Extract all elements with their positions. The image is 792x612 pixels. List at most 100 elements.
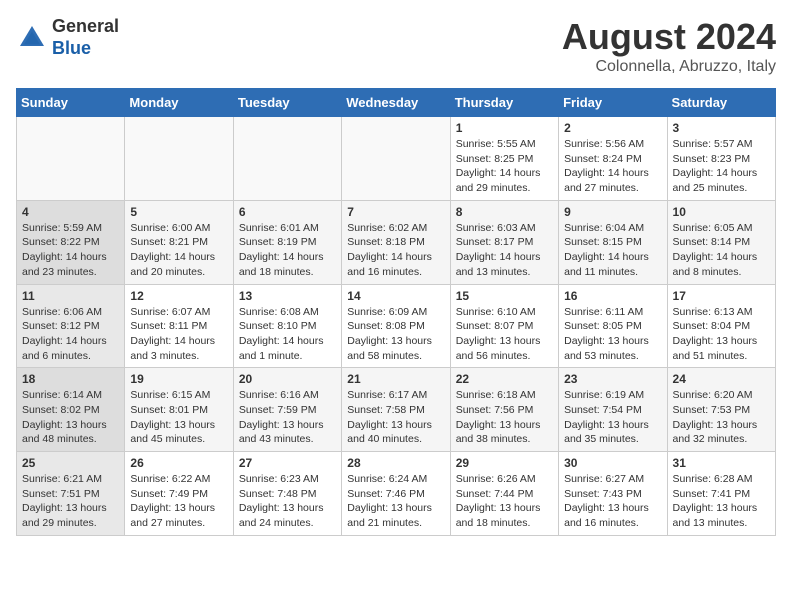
calendar-day-cell: 31Sunrise: 6:28 AM Sunset: 7:41 PM Dayli…: [667, 452, 775, 536]
day-number: 1: [456, 121, 553, 135]
location-subtitle: Colonnella, Abruzzo, Italy: [562, 58, 776, 76]
calendar-day-cell: 1Sunrise: 5:55 AM Sunset: 8:25 PM Daylig…: [450, 117, 558, 201]
day-info: Sunrise: 5:59 AM Sunset: 8:22 PM Dayligh…: [22, 221, 119, 280]
calendar-day-cell: 16 Sunrise: 6:11 AM Sunset: 8:05 PM Dayli…: [559, 284, 667, 368]
day-number: 21: [347, 372, 444, 386]
calendar-day-cell: 23 Sunrise: 6:19 AM Sunset: 7:54 PM Dayli…: [559, 368, 667, 452]
calendar-day-cell: 19Sunrise: 6:15 AM Sunset: 8:01 PM Dayli…: [125, 368, 233, 452]
day-number: 22: [456, 372, 553, 386]
weekday-header: Saturday: [667, 89, 775, 117]
calendar-day-cell: [125, 117, 233, 201]
calendar-day-cell: [342, 117, 450, 201]
calendar-week-row: 4 Sunrise: 5:59 AM Sunset: 8:22 PM Daylig…: [17, 200, 776, 284]
day-number: 28: [347, 456, 444, 470]
day-number: 12: [130, 289, 227, 303]
calendar-week-row: 18 Sunrise: 6:14 AM Sunset: 8:02 PM Dayli…: [17, 368, 776, 452]
day-info: Sunrise: 6:19 AM Sunset: 7:54 PM Dayligh…: [564, 388, 661, 447]
day-info: Sunrise: 6:14 AM Sunset: 8:02 PM Dayligh…: [22, 388, 119, 447]
calendar-day-cell: 20 Sunrise: 6:16 AM Sunset: 7:59 PM Dayli…: [233, 368, 341, 452]
calendar-week-row: 1Sunrise: 5:55 AM Sunset: 8:25 PM Daylig…: [17, 117, 776, 201]
logo-icon: [16, 22, 48, 54]
day-number: 30: [564, 456, 661, 470]
calendar-day-cell: 28 Sunrise: 6:24 AM Sunset: 7:46 PM Dayli…: [342, 452, 450, 536]
calendar-day-cell: 27Sunrise: 6:23 AM Sunset: 7:48 PM Dayli…: [233, 452, 341, 536]
day-number: 10: [673, 205, 770, 219]
weekday-header: Thursday: [450, 89, 558, 117]
day-number: 6: [239, 205, 336, 219]
calendar-day-cell: 11 Sunrise: 6:06 AM Sunset: 8:12 PM Dayli…: [17, 284, 125, 368]
calendar-day-cell: 2 Sunrise: 5:56 AM Sunset: 8:24 PM Daylig…: [559, 117, 667, 201]
weekday-header: Monday: [125, 89, 233, 117]
day-info: Sunrise: 6:03 AM Sunset: 8:17 PM Dayligh…: [456, 221, 553, 280]
day-number: 20: [239, 372, 336, 386]
calendar-day-cell: 10 Sunrise: 6:05 AM Sunset: 8:14 PM Dayli…: [667, 200, 775, 284]
calendar-day-cell: 30 Sunrise: 6:27 AM Sunset: 7:43 PM Dayli…: [559, 452, 667, 536]
day-number: 23: [564, 372, 661, 386]
day-number: 18: [22, 372, 119, 386]
day-number: 11: [22, 289, 119, 303]
calendar-day-cell: 29 Sunrise: 6:26 AM Sunset: 7:44 PM Dayli…: [450, 452, 558, 536]
day-info: Sunrise: 6:27 AM Sunset: 7:43 PM Dayligh…: [564, 472, 661, 531]
day-number: 9: [564, 205, 661, 219]
day-number: 26: [130, 456, 227, 470]
calendar-day-cell: [17, 117, 125, 201]
calendar-day-cell: 17 Sunrise: 6:13 AM Sunset: 8:04 PM Dayli…: [667, 284, 775, 368]
day-number: 13: [239, 289, 336, 303]
title-area: August 2024 Colonnella, Abruzzo, Italy: [562, 16, 776, 76]
weekday-header-row: SundayMondayTuesdayWednesdayThursdayFrid…: [17, 89, 776, 117]
calendar-day-cell: 13 Sunrise: 6:08 AM Sunset: 8:10 PM Dayli…: [233, 284, 341, 368]
logo: General Blue: [16, 16, 119, 59]
calendar-day-cell: [233, 117, 341, 201]
weekday-header: Friday: [559, 89, 667, 117]
day-info: Sunrise: 6:06 AM Sunset: 8:12 PM Dayligh…: [22, 305, 119, 364]
day-info: Sunrise: 6:11 AM Sunset: 8:05 PM Dayligh…: [564, 305, 661, 364]
day-number: 8: [456, 205, 553, 219]
day-info: Sunrise: 6:20 AM Sunset: 7:53 PM Dayligh…: [673, 388, 770, 447]
day-info: Sunrise: 6:09 AM Sunset: 8:08 PM Dayligh…: [347, 305, 444, 364]
calendar-day-cell: 7Sunrise: 6:02 AM Sunset: 8:18 PM Daylig…: [342, 200, 450, 284]
day-info: Sunrise: 6:13 AM Sunset: 8:04 PM Dayligh…: [673, 305, 770, 364]
day-number: 4: [22, 205, 119, 219]
calendar-day-cell: 25 Sunrise: 6:21 AM Sunset: 7:51 PM Dayli…: [17, 452, 125, 536]
day-number: 29: [456, 456, 553, 470]
day-info: Sunrise: 6:10 AM Sunset: 8:07 PM Dayligh…: [456, 305, 553, 364]
day-number: 16: [564, 289, 661, 303]
day-info: Sunrise: 6:21 AM Sunset: 7:51 PM Dayligh…: [22, 472, 119, 531]
day-number: 14: [347, 289, 444, 303]
day-info: Sunrise: 6:26 AM Sunset: 7:44 PM Dayligh…: [456, 472, 553, 531]
day-info: Sunrise: 6:07 AM Sunset: 8:11 PM Dayligh…: [130, 305, 227, 364]
day-info: Sunrise: 6:08 AM Sunset: 8:10 PM Dayligh…: [239, 305, 336, 364]
logo-text: General Blue: [52, 16, 119, 59]
day-info: Sunrise: 5:56 AM Sunset: 8:24 PM Dayligh…: [564, 137, 661, 196]
day-info: Sunrise: 6:28 AM Sunset: 7:41 PM Dayligh…: [673, 472, 770, 531]
day-info: Sunrise: 6:01 AM Sunset: 8:19 PM Dayligh…: [239, 221, 336, 280]
calendar-day-cell: 18 Sunrise: 6:14 AM Sunset: 8:02 PM Dayli…: [17, 368, 125, 452]
calendar-day-cell: 5 Sunrise: 6:00 AM Sunset: 8:21 PM Daylig…: [125, 200, 233, 284]
day-number: 19: [130, 372, 227, 386]
calendar-day-cell: 6 Sunrise: 6:01 AM Sunset: 8:19 PM Daylig…: [233, 200, 341, 284]
day-info: Sunrise: 6:23 AM Sunset: 7:48 PM Dayligh…: [239, 472, 336, 531]
day-info: Sunrise: 6:16 AM Sunset: 7:59 PM Dayligh…: [239, 388, 336, 447]
day-info: Sunrise: 6:02 AM Sunset: 8:18 PM Dayligh…: [347, 221, 444, 280]
weekday-header: Tuesday: [233, 89, 341, 117]
day-info: Sunrise: 5:57 AM Sunset: 8:23 PM Dayligh…: [673, 137, 770, 196]
weekday-header: Sunday: [17, 89, 125, 117]
day-number: 17: [673, 289, 770, 303]
month-title: August 2024: [562, 16, 776, 58]
calendar-week-row: 25 Sunrise: 6:21 AM Sunset: 7:51 PM Dayli…: [17, 452, 776, 536]
day-number: 3: [673, 121, 770, 135]
calendar-day-cell: 15Sunrise: 6:10 AM Sunset: 8:07 PM Dayli…: [450, 284, 558, 368]
day-info: Sunrise: 6:00 AM Sunset: 8:21 PM Dayligh…: [130, 221, 227, 280]
day-number: 24: [673, 372, 770, 386]
day-info: Sunrise: 6:18 AM Sunset: 7:56 PM Dayligh…: [456, 388, 553, 447]
calendar-table: SundayMondayTuesdayWednesdayThursdayFrid…: [16, 88, 776, 536]
calendar-day-cell: 21 Sunrise: 6:17 AM Sunset: 7:58 PM Dayli…: [342, 368, 450, 452]
calendar-day-cell: 3 Sunrise: 5:57 AM Sunset: 8:23 PM Daylig…: [667, 117, 775, 201]
day-info: Sunrise: 6:24 AM Sunset: 7:46 PM Dayligh…: [347, 472, 444, 531]
day-number: 5: [130, 205, 227, 219]
day-info: Sunrise: 6:17 AM Sunset: 7:58 PM Dayligh…: [347, 388, 444, 447]
day-number: 25: [22, 456, 119, 470]
day-number: 2: [564, 121, 661, 135]
calendar-day-cell: 24 Sunrise: 6:20 AM Sunset: 7:53 PM Dayli…: [667, 368, 775, 452]
day-info: Sunrise: 6:05 AM Sunset: 8:14 PM Dayligh…: [673, 221, 770, 280]
